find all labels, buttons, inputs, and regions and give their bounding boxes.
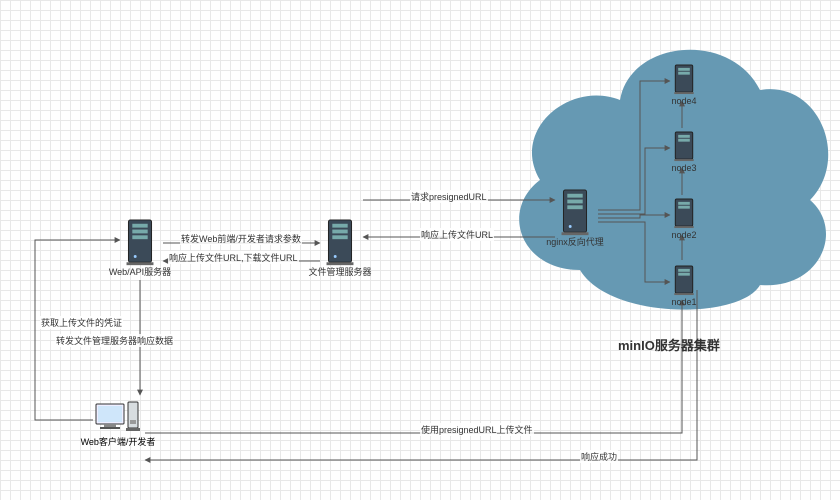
- edge-label-filemgr-nginx: 请求presignedURL: [410, 190, 488, 203]
- web-client: Web客户端/开发者: [93, 400, 143, 450]
- webapi-server-label: Web/API服务器: [109, 268, 171, 278]
- webapi-server: Web/API服务器: [120, 218, 160, 278]
- node2-label: node2: [671, 230, 696, 240]
- edge-label-client-node1: 使用presignedURL上传文件: [420, 423, 534, 436]
- edge-label-webapi-client: 转发文件管理服务器响应数据: [55, 334, 174, 347]
- web-client-label: Web客户端/开发者: [81, 438, 156, 448]
- node1: node1: [670, 265, 698, 307]
- cluster-title: minIO服务器集群: [618, 335, 720, 354]
- node2: node2: [670, 198, 698, 240]
- node3-label: node3: [671, 163, 696, 173]
- node4: node4: [670, 64, 698, 106]
- nginx-server-label: nginx反向代理: [546, 238, 604, 248]
- edge-label-webapi-filemgr: 转发Web前端/开发者请求参数: [180, 232, 302, 245]
- edge-label-nginx-filemgr: 响应上传文件URL: [420, 228, 494, 241]
- filemgr-server: 文件管理服务器: [320, 218, 360, 278]
- edge-label-filemgr-webapi: 响应上传文件URL,下载文件URL: [168, 251, 299, 264]
- edge-label-node1-client: 响应成功: [580, 450, 618, 463]
- minio-cluster-cloud: [490, 0, 840, 350]
- nginx-server: nginx反向代理: [555, 188, 595, 248]
- node3: node3: [670, 131, 698, 173]
- node4-label: node4: [671, 96, 696, 106]
- filemgr-server-label: 文件管理服务器: [309, 268, 372, 278]
- edge-label-client-webapi: 获取上传文件的凭证: [40, 316, 123, 329]
- node1-label: node1: [671, 297, 696, 307]
